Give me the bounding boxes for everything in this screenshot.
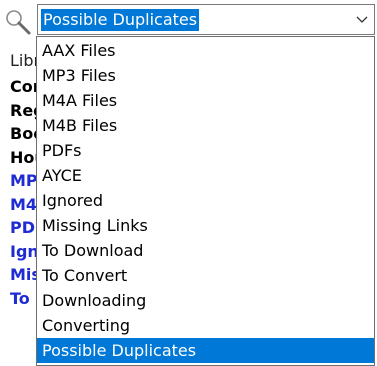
- dropdown-option[interactable]: Ignored: [37, 188, 374, 213]
- dropdown-option[interactable]: To Download: [37, 238, 374, 263]
- library-sidebar: LibrConRegBooHouMPM4PDIIgnMisTo D: [0, 46, 40, 363]
- search-icon[interactable]: [3, 8, 33, 38]
- dropdown-option[interactable]: MP3 Files: [37, 63, 374, 88]
- dropdown-option[interactable]: AAX Files: [37, 38, 374, 63]
- chevron-down-icon[interactable]: [349, 5, 374, 34]
- filter-dropdown-list: AAX Files MP3 Files M4A Files M4B Files PDFs…: [36, 36, 375, 366]
- dropdown-option[interactable]: Downloading: [37, 288, 374, 313]
- dropdown-option[interactable]: To Convert: [37, 263, 374, 288]
- dropdown-option[interactable]: Missing Links: [37, 213, 374, 238]
- dropdown-option[interactable]: PDFs: [37, 138, 374, 163]
- dropdown-option[interactable]: Possible Duplicates: [37, 338, 374, 363]
- dropdown-option[interactable]: M4A Files: [37, 88, 374, 113]
- dropdown-option[interactable]: AYCE: [37, 163, 374, 188]
- filter-combobox[interactable]: Possible Duplicates: [37, 4, 375, 35]
- dropdown-option[interactable]: Converting: [37, 313, 374, 338]
- combobox-selected-value: Possible Duplicates: [41, 9, 200, 31]
- dropdown-option[interactable]: M4B Files: [37, 113, 374, 138]
